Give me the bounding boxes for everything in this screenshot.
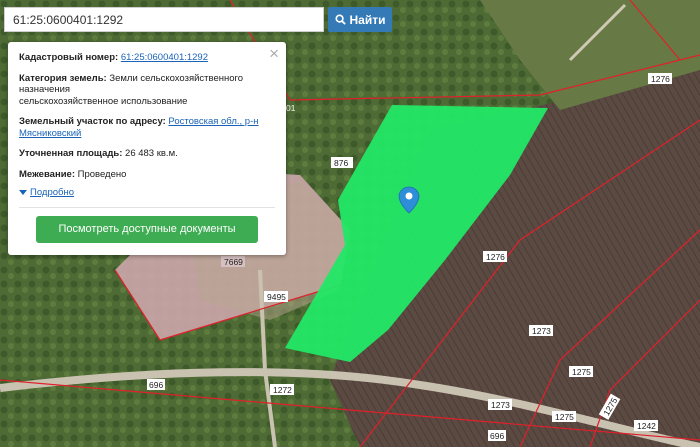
parcel-label: 01: [286, 103, 296, 113]
svg-text:1276: 1276: [651, 74, 670, 84]
parcel-label: 696: [147, 379, 165, 390]
search-button-label: Найти: [349, 12, 386, 27]
parcel-label: 1275: [552, 411, 576, 422]
survey-value: Проведено: [77, 168, 127, 180]
more-details-link[interactable]: Подробно: [30, 187, 74, 199]
search-icon: [334, 14, 346, 25]
category-label: Категория земель:: [19, 72, 107, 84]
address-row: Земельный участок по адресу: Ростовская …: [19, 116, 275, 139]
svg-text:1275: 1275: [572, 367, 591, 377]
svg-text:1242: 1242: [637, 421, 656, 431]
svg-text:1273: 1273: [532, 326, 551, 336]
cadastral-link[interactable]: 61:25:0600401:1292: [121, 52, 208, 63]
parcel-label: 1272: [270, 384, 294, 395]
svg-text:7669: 7669: [224, 257, 243, 267]
chevron-down-icon: [19, 190, 27, 196]
area-row: Уточненная площадь: 26 483 кв.м.: [19, 148, 275, 160]
cadastral-label: Кадастровый номер:: [19, 52, 119, 63]
svg-text:1273: 1273: [491, 400, 510, 410]
parcel-info-card: × Кадастровый номер: 61:25:0600401:1292 …: [8, 42, 286, 255]
parcel-label: 1273: [488, 399, 512, 410]
svg-text:1272: 1272: [273, 385, 292, 395]
svg-text:696: 696: [149, 380, 163, 390]
area-value: 26 483 кв.м.: [125, 148, 178, 159]
parcel-label: 1275: [569, 366, 593, 377]
more-details-toggle[interactable]: Подробно: [19, 187, 275, 199]
svg-text:9495: 9495: [267, 292, 286, 302]
parcel-label: 1242: [634, 420, 658, 431]
cadastral-row: Кадастровый номер: 61:25:0600401:1292: [19, 52, 275, 64]
svg-text:1275: 1275: [555, 412, 574, 422]
parcel-label: 7669: [221, 256, 245, 267]
survey-row: Межевание: Проведено: [19, 169, 275, 181]
search-button[interactable]: Найти: [328, 7, 392, 32]
area-label: Уточненная площадь:: [19, 148, 123, 159]
address-label: Земельный участок по адресу:: [19, 116, 166, 127]
parcel-label: 696: [488, 430, 506, 441]
svg-text:696: 696: [490, 431, 504, 441]
parcel-label: 9495: [264, 291, 288, 302]
card-divider: [19, 206, 275, 208]
close-icon[interactable]: ×: [269, 45, 279, 62]
parcel-label: 1273: [529, 325, 553, 336]
survey-label: Межевание:: [19, 168, 75, 180]
parcel-label: 1276: [483, 251, 507, 262]
category-row: Категория земель: Земли сельскохозяйстве…: [19, 73, 275, 108]
search-input[interactable]: [4, 7, 324, 32]
svg-text:876: 876: [334, 158, 348, 168]
svg-text:1276: 1276: [486, 252, 505, 262]
svg-text:01: 01: [286, 103, 296, 113]
parcel-label: 876: [331, 157, 353, 168]
parcel-label: 1276: [648, 73, 672, 84]
category-value-2: сельскохозяйственное использование: [19, 95, 188, 107]
view-documents-button[interactable]: Посмотреть доступные документы: [36, 215, 258, 243]
